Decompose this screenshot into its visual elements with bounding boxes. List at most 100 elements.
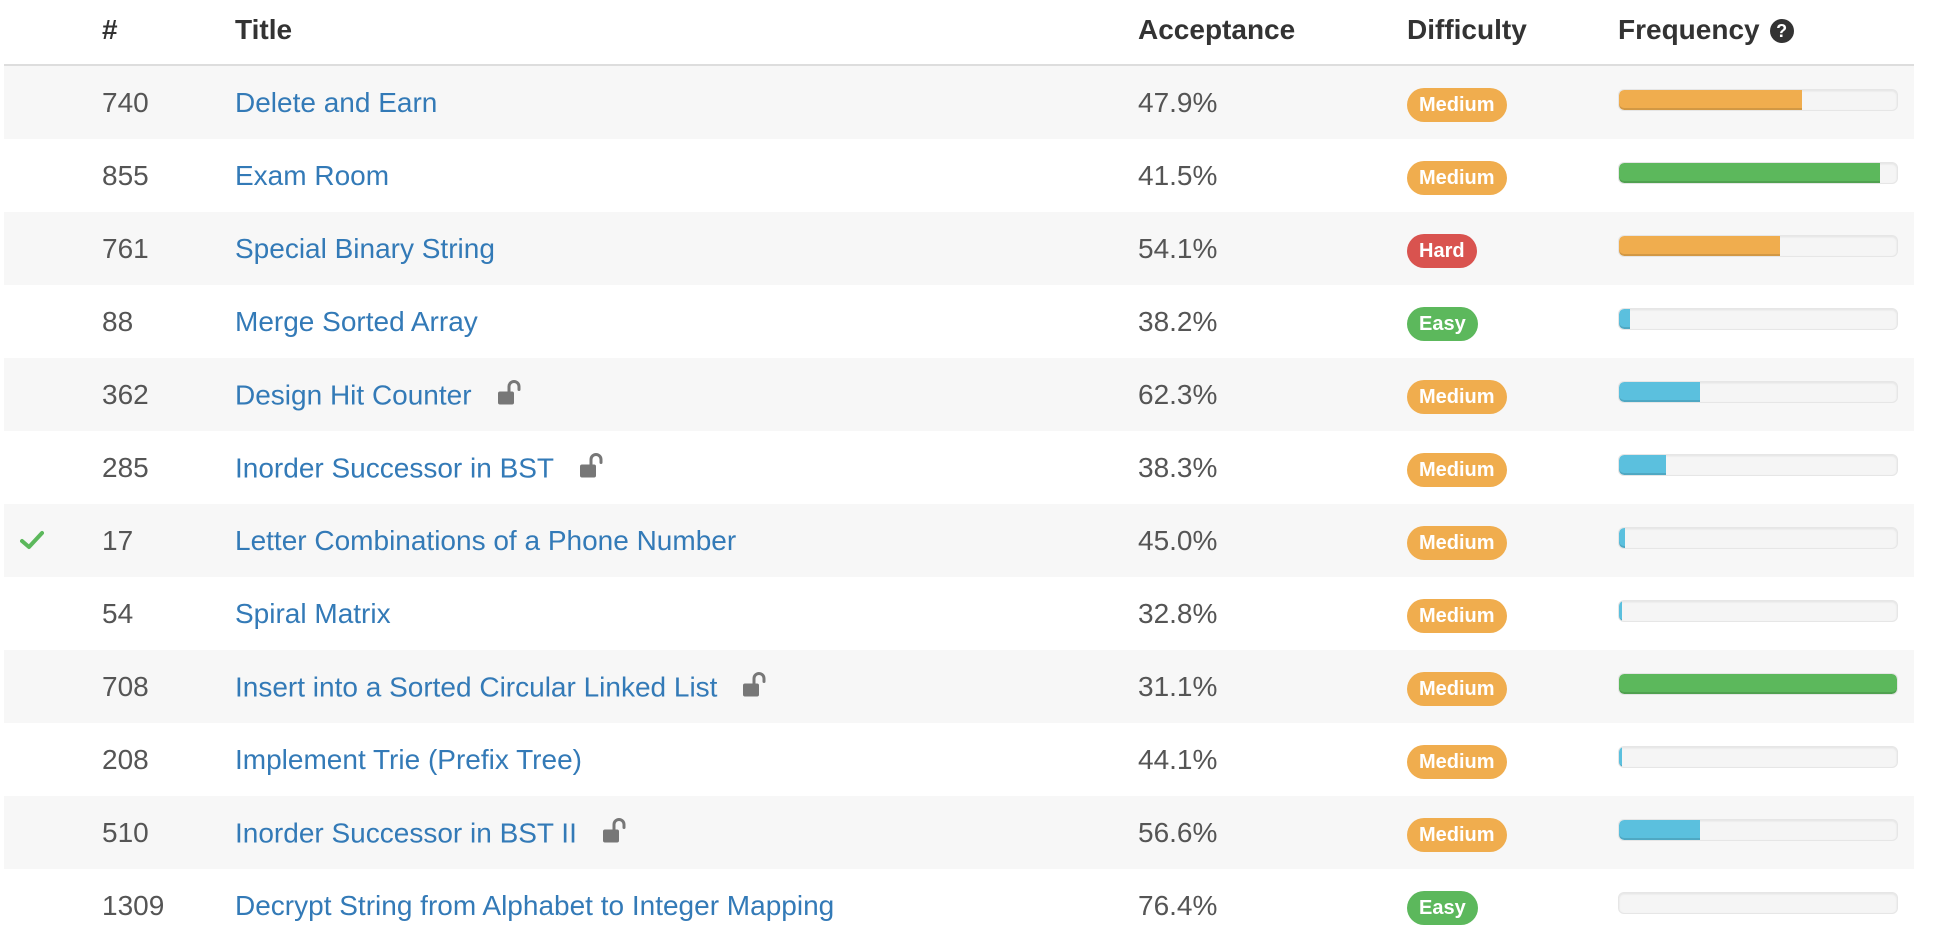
difficulty-cell: Medium bbox=[1407, 741, 1507, 779]
frequency-cell bbox=[1618, 307, 1898, 330]
problem-title-link[interactable]: Letter Combinations of a Phone Number bbox=[235, 525, 736, 557]
question-circle-icon[interactable]: ? bbox=[1769, 19, 1794, 43]
acceptance-rate: 32.8% bbox=[1138, 597, 1218, 629]
difficulty-cell: Medium bbox=[1407, 376, 1507, 414]
problem-number: 362 bbox=[102, 378, 149, 410]
acceptance-rate: 56.6% bbox=[1138, 816, 1218, 848]
problem-title-link[interactable]: Inorder Successor in BST II bbox=[235, 816, 631, 849]
problem-number: 17 bbox=[102, 524, 134, 556]
header-acceptance[interactable]: Acceptance bbox=[1138, 14, 1295, 46]
header-frequency-label: Frequency bbox=[1618, 14, 1760, 45]
frequency-cell bbox=[1618, 88, 1898, 111]
difficulty-cell: Medium bbox=[1407, 595, 1507, 633]
frequency-cell bbox=[1618, 818, 1898, 841]
frequency-bar bbox=[1618, 88, 1898, 111]
problem-title-text: Inorder Successor in BST bbox=[235, 452, 555, 483]
table-row: 1309 Decrypt String from Alphabet to Inte… bbox=[4, 869, 1914, 942]
problem-title-link[interactable]: Spiral Matrix bbox=[235, 598, 391, 630]
frequency-bar bbox=[1618, 818, 1898, 841]
problem-number: 285 bbox=[102, 451, 149, 483]
problem-title-link[interactable]: Inorder Successor in BST bbox=[235, 451, 608, 484]
problem-title-link[interactable]: Delete and Earn bbox=[235, 87, 437, 119]
table-header: # Title Acceptance Difficulty Frequency? bbox=[4, 0, 1914, 66]
header-frequency[interactable]: Frequency? bbox=[1618, 14, 1794, 46]
problem-title-link[interactable]: Exam Room bbox=[235, 160, 389, 192]
table-row: 510 Inorder Successor in BST II 56.6% Mediu… bbox=[4, 796, 1914, 869]
problem-title-link[interactable]: Insert into a Sorted Circular Linked Lis… bbox=[235, 670, 771, 703]
problem-title-link[interactable]: Special Binary String bbox=[235, 233, 495, 265]
frequency-bar bbox=[1618, 672, 1898, 695]
unlock-icon bbox=[741, 670, 771, 698]
frequency-bar-fill bbox=[1619, 381, 1700, 402]
problem-title-text: Implement Trie (Prefix Tree) bbox=[235, 743, 582, 775]
difficulty-badge: Medium bbox=[1407, 160, 1507, 195]
problem-title-text: Exam Room bbox=[235, 159, 390, 191]
problem-table: # Title Acceptance Difficulty Frequency?… bbox=[4, 0, 1914, 942]
table-row: 362 Design Hit Counter 62.3% Medium bbox=[4, 358, 1914, 431]
acceptance-rate: 76.4% bbox=[1138, 889, 1218, 921]
table-row: 285 Inorder Successor in BST 38.3% Medium bbox=[4, 431, 1914, 504]
frequency-cell bbox=[1618, 161, 1898, 184]
frequency-cell bbox=[1618, 599, 1898, 622]
header-title[interactable]: Title bbox=[235, 14, 292, 46]
table-row: 54 Spiral Matrix 32.8% Medium bbox=[4, 577, 1914, 650]
unlock-icon bbox=[601, 816, 631, 844]
difficulty-badge: Medium bbox=[1407, 744, 1507, 779]
frequency-bar-fill bbox=[1619, 235, 1781, 256]
frequency-bar bbox=[1618, 307, 1898, 330]
frequency-cell bbox=[1618, 234, 1898, 257]
problem-number: 510 bbox=[102, 816, 149, 848]
problem-title-link[interactable]: Implement Trie (Prefix Tree) bbox=[235, 744, 582, 776]
table-row: 17 Letter Combinations of a Phone Number 4… bbox=[4, 504, 1914, 577]
difficulty-badge: Medium bbox=[1407, 598, 1507, 633]
problem-title-text: Merge Sorted Array bbox=[235, 305, 478, 337]
problem-number: 708 bbox=[102, 670, 149, 702]
acceptance-rate: 31.1% bbox=[1138, 670, 1218, 702]
difficulty-cell: Medium bbox=[1407, 157, 1507, 195]
problem-number: 208 bbox=[102, 743, 149, 775]
frequency-cell bbox=[1618, 453, 1898, 476]
frequency-bar-fill bbox=[1619, 89, 1803, 110]
frequency-bar-fill bbox=[1619, 673, 1897, 694]
unlock-icon bbox=[496, 378, 526, 406]
difficulty-badge: Hard bbox=[1407, 233, 1477, 268]
frequency-bar bbox=[1618, 599, 1898, 622]
problem-title-link[interactable]: Design Hit Counter bbox=[235, 378, 526, 411]
frequency-bar-fill bbox=[1619, 746, 1622, 767]
problem-title-link[interactable]: Decrypt String from Alphabet to Integer … bbox=[235, 890, 834, 922]
difficulty-cell: Medium bbox=[1407, 668, 1507, 706]
frequency-bar bbox=[1618, 745, 1898, 768]
acceptance-rate: 38.3% bbox=[1138, 451, 1218, 483]
solved-check-icon bbox=[20, 524, 50, 558]
problem-title-text: Letter Combinations of a Phone Number bbox=[235, 524, 737, 556]
difficulty-badge: Medium bbox=[1407, 525, 1507, 560]
table-row: 855 Exam Room 41.5% Medium bbox=[4, 139, 1914, 212]
frequency-cell bbox=[1618, 891, 1898, 914]
difficulty-cell: Medium bbox=[1407, 84, 1507, 122]
acceptance-rate: 47.9% bbox=[1138, 86, 1218, 118]
difficulty-cell: Medium bbox=[1407, 522, 1507, 560]
problem-title-text: Design Hit Counter bbox=[235, 379, 472, 410]
acceptance-rate: 45.0% bbox=[1138, 524, 1218, 556]
problem-number: 88 bbox=[102, 305, 134, 337]
frequency-bar bbox=[1618, 380, 1898, 403]
header-number[interactable]: # bbox=[102, 14, 118, 46]
table-row: 208 Implement Trie (Prefix Tree) 44.1% Medi… bbox=[4, 723, 1914, 796]
frequency-bar bbox=[1618, 453, 1898, 476]
frequency-bar-fill bbox=[1619, 308, 1631, 329]
problem-title-link[interactable]: Merge Sorted Array bbox=[235, 306, 478, 338]
frequency-bar bbox=[1618, 234, 1898, 257]
difficulty-badge: Easy bbox=[1407, 890, 1478, 925]
frequency-bar bbox=[1618, 161, 1898, 184]
table-row: 740 Delete and Earn 47.9% Medium bbox=[4, 66, 1914, 139]
acceptance-rate: 41.5% bbox=[1138, 159, 1218, 191]
frequency-bar bbox=[1618, 891, 1898, 914]
frequency-cell bbox=[1618, 526, 1898, 549]
difficulty-badge: Medium bbox=[1407, 379, 1507, 414]
table-row: 761 Special Binary String 54.1% Hard bbox=[4, 212, 1914, 285]
problem-number: 855 bbox=[102, 159, 149, 191]
difficulty-cell: Hard bbox=[1407, 230, 1477, 268]
difficulty-badge: Medium bbox=[1407, 87, 1507, 122]
frequency-bar-fill bbox=[1619, 600, 1622, 621]
header-difficulty[interactable]: Difficulty bbox=[1407, 14, 1527, 46]
